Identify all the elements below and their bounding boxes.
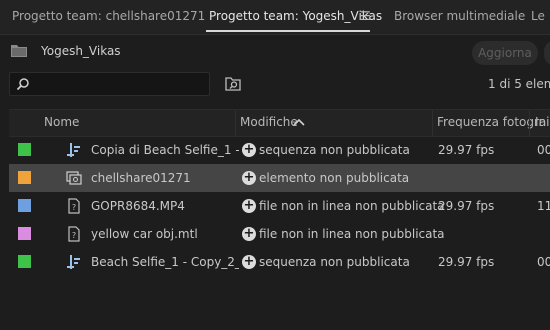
column-divider[interactable] <box>529 110 530 136</box>
item-name: yellow car obj.mtl <box>91 227 198 241</box>
item-status: sequenza non pubblicata <box>259 255 410 269</box>
item-name: chellshare01271 <box>91 171 191 185</box>
column-divider[interactable] <box>235 110 236 136</box>
label-color-swatch[interactable] <box>18 171 31 184</box>
item-name: GOPR8684.MP4 <box>91 199 185 213</box>
shared-project-icon <box>66 171 82 185</box>
publish-plus-icon[interactable]: + <box>242 199 256 213</box>
item-frame-rate: 29.97 fps <box>438 255 495 269</box>
search-icon <box>16 78 29 91</box>
column-divider[interactable] <box>432 110 433 136</box>
item-name: Beach Selfie_1 - Copy_2_2 <box>91 255 239 269</box>
item-status: file non in linea non pubblicata <box>259 227 445 241</box>
tab-team-project-yogesh[interactable]: Progetto team: Yogesh_Vikas <box>209 9 382 23</box>
publish-plus-icon[interactable]: + <box>242 143 256 157</box>
sequence-icon <box>67 143 80 157</box>
active-tab-indicator <box>206 30 370 32</box>
item-start: 11 <box>537 199 550 213</box>
table-row[interactable]: ? GOPR8684.MP4 + file non in linea non p… <box>9 192 550 220</box>
project-name: Yogesh_Vikas <box>41 44 121 58</box>
publish-plus-icon[interactable]: + <box>242 255 256 269</box>
sort-ascending-icon[interactable] <box>293 118 305 126</box>
svg-text:?: ? <box>72 231 76 240</box>
item-status: sequenza non pubblicata <box>259 143 410 157</box>
secondary-button[interactable] <box>544 41 550 65</box>
table-header: Nome Modifiche Frequenza fotogra Iniz <box>9 109 550 137</box>
offline-file-icon: ? <box>68 226 80 242</box>
table-row[interactable]: Copia di Beach Selfie_1 - Co + sequenza … <box>9 136 550 164</box>
label-color-swatch[interactable] <box>18 227 31 240</box>
item-count: 1 di 5 eleme <box>488 77 550 91</box>
item-start: 00 <box>537 143 550 157</box>
label-color-swatch[interactable] <box>18 143 31 156</box>
refresh-button[interactable]: Aggiorna <box>472 41 538 65</box>
publish-plus-icon[interactable]: + <box>242 171 256 185</box>
publish-plus-icon[interactable]: + <box>242 227 256 241</box>
item-frame-rate: 29.97 fps <box>438 143 495 157</box>
panel-tab-bar: Progetto team: chellshare01271 Progetto … <box>0 0 550 35</box>
label-color-swatch[interactable] <box>18 255 31 268</box>
tab-overflow[interactable]: Le <box>531 9 545 23</box>
hamburger-menu-icon[interactable]: ☰ <box>360 9 371 23</box>
item-name: Copia di Beach Selfie_1 - Co <box>91 143 239 157</box>
new-bin-icon[interactable] <box>225 75 241 91</box>
item-start: 00 <box>537 255 550 269</box>
item-status: file non in linea non pubblicata <box>259 199 445 213</box>
offline-file-icon: ? <box>68 198 80 214</box>
table-row[interactable]: ? yellow car obj.mtl + file non in linea… <box>9 220 550 248</box>
column-header-start[interactable]: Iniz <box>535 115 550 129</box>
tab-team-project-chellshare[interactable]: Progetto team: chellshare01271 <box>12 9 205 23</box>
item-frame-rate: 29.97 fps <box>438 199 495 213</box>
svg-text:?: ? <box>72 203 76 212</box>
sequence-icon <box>67 255 80 269</box>
column-header-name[interactable]: Nome <box>44 115 79 129</box>
search-input[interactable] <box>9 72 210 96</box>
label-color-swatch[interactable] <box>18 199 31 212</box>
table-row[interactable]: Beach Selfie_1 - Copy_2_2 + sequenza non… <box>9 248 550 276</box>
column-header-changes[interactable]: Modifiche <box>240 115 298 129</box>
tab-media-browser[interactable]: Browser multimediale <box>394 9 525 23</box>
folder-icon <box>11 45 27 57</box>
table-row[interactable]: chellshare01271 + elemento non pubblicat… <box>9 164 550 192</box>
item-status: elemento non pubblicata <box>259 171 410 185</box>
